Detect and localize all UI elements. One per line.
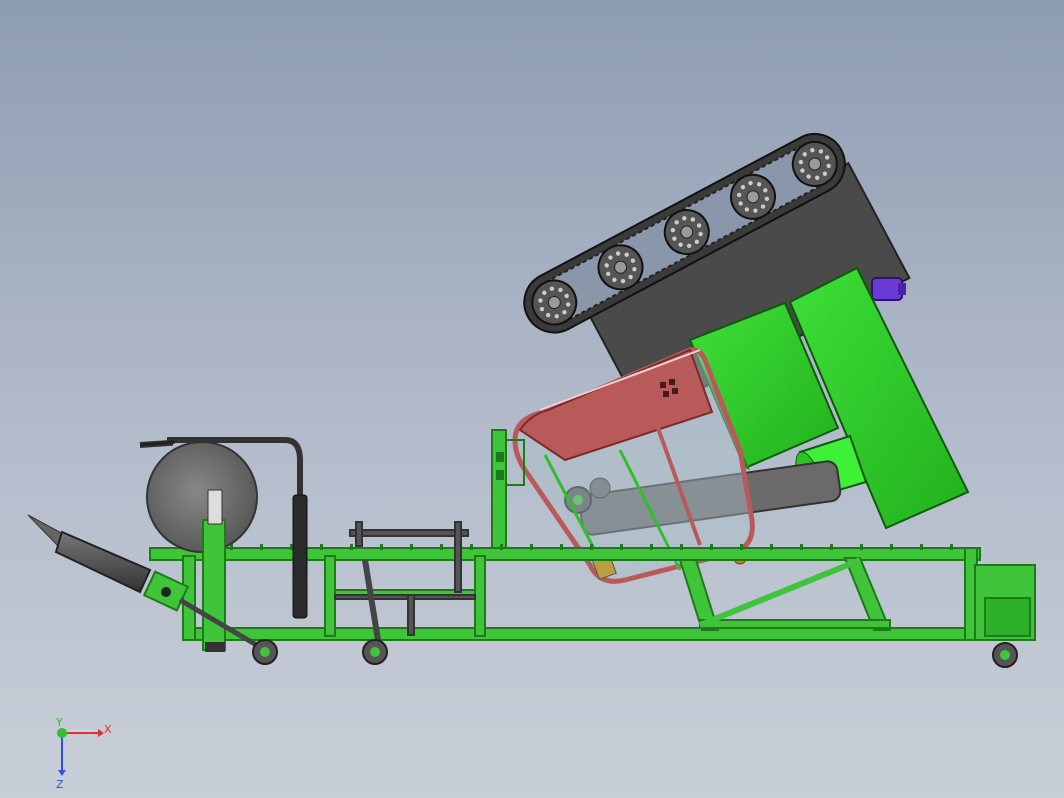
wheel-mid: [362, 639, 388, 665]
y-axis-dot: [57, 728, 67, 738]
y-axis-label: Y: [55, 716, 63, 729]
operator-cab: [512, 347, 755, 584]
x-axis-label: X: [104, 723, 112, 736]
coordinate-triad: X Y Z: [55, 716, 112, 791]
wheel-rear: [992, 642, 1018, 668]
frame-brackets: [334, 521, 476, 641]
cad-drawing: X Y Z: [27, 132, 1036, 791]
z-axis-label: Z: [56, 778, 64, 791]
drive-motor: [871, 277, 906, 301]
hose-pipe: [292, 494, 308, 619]
wheel-front: [252, 639, 278, 665]
